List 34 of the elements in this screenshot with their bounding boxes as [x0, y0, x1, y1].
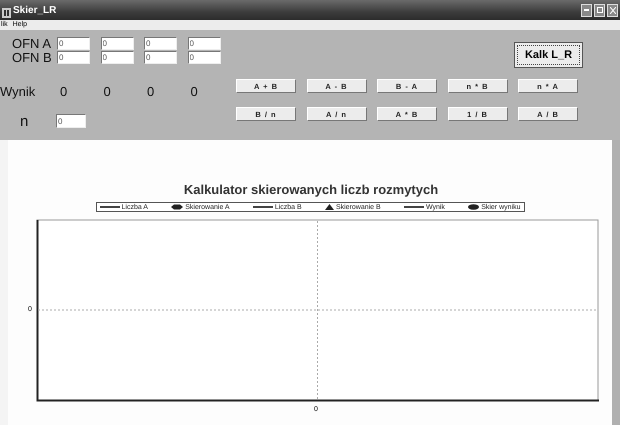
maximize-button[interactable]: [594, 4, 605, 16]
result-label: Wynik: [0, 84, 36, 98]
n-input-field[interactable]: 0: [56, 114, 86, 128]
result-value: 0: [190, 84, 199, 98]
result-value: 0: [102, 84, 112, 98]
input-field[interactable]: 0: [188, 50, 220, 64]
scrollbar[interactable]: [612, 140, 620, 425]
field-label: OFN B: [11, 50, 53, 64]
chart-title: Kalkulator skierowanych liczb rozmytych: [184, 182, 438, 197]
legend-line-icon: [100, 205, 120, 209]
result-value: 0: [146, 84, 156, 98]
minimize-icon: [584, 9, 589, 11]
triangle-icon: [324, 204, 334, 210]
window-title: Skier_LR: [13, 4, 58, 16]
close-icon: [610, 6, 616, 14]
input-field[interactable]: 0: [144, 50, 177, 64]
legend-line-icon: [404, 205, 424, 209]
input-field[interactable]: 0: [188, 36, 220, 50]
kalk-button[interactable]: Kalk L_R: [514, 42, 583, 68]
n-label: n: [19, 114, 30, 128]
legend-line-icon: [252, 205, 273, 209]
app-icon: [2, 5, 11, 15]
oval-icon: [468, 204, 480, 210]
diamond-icon: [171, 204, 184, 210]
input-field[interactable]: 0: [57, 50, 90, 64]
input-field[interactable]: 0: [57, 36, 90, 50]
input-field[interactable]: 0: [100, 50, 134, 64]
close-button[interactable]: [607, 4, 618, 16]
input-field[interactable]: 0: [144, 36, 177, 50]
result-value: 0: [59, 84, 68, 98]
maximize-icon: [596, 7, 602, 13]
input-field[interactable]: 0: [100, 36, 134, 50]
field-label: OFN A: [11, 36, 52, 50]
minimize-button[interactable]: [581, 4, 592, 16]
